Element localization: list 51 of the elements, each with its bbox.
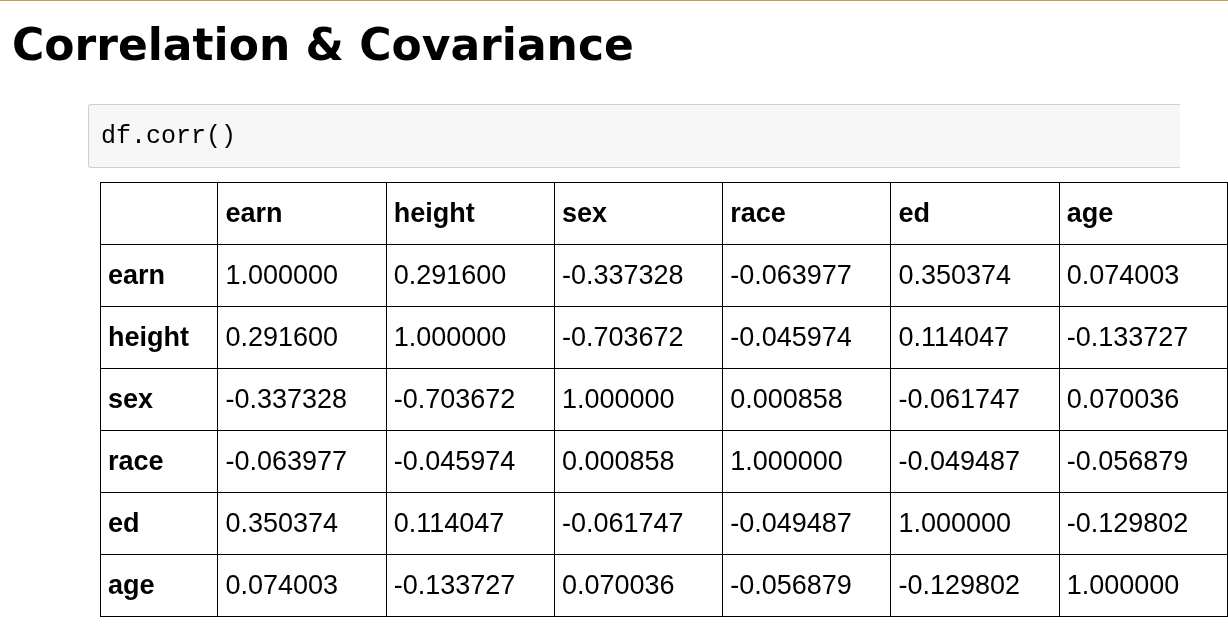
table-cell: -0.063977 [217,430,387,493]
table-cell: 0.291600 [217,306,387,369]
row-header: earn [100,244,218,307]
table-cell: -0.703672 [386,368,555,431]
row-header: ed [100,492,218,555]
table-cell: 0.074003 [217,554,387,617]
row-header: sex [100,368,218,431]
table-cell: -0.337328 [217,368,387,431]
table-cell: 0.291600 [386,244,555,307]
table-cell: -0.061747 [890,368,1060,431]
table-cell: 0.114047 [386,492,555,555]
table-cell: 1.000000 [554,368,723,431]
table-cell: -0.337328 [554,244,723,307]
column-header: ed [890,182,1060,245]
table-cell: 1.000000 [217,244,387,307]
row-header: height [100,306,218,369]
table-cell: 0.000858 [722,368,891,431]
table-cell: 1.000000 [890,492,1060,555]
table-cell: -0.056879 [1059,430,1228,493]
table-cell: 1.000000 [386,306,555,369]
table-cell: -0.063977 [722,244,891,307]
table-cell: -0.045974 [722,306,891,369]
table-cell: -0.129802 [890,554,1060,617]
column-header: race [722,182,891,245]
table-cell: 0.074003 [1059,244,1228,307]
slide-title: Correlation & Covariance [12,18,634,72]
table-cell: 0.114047 [890,306,1060,369]
table-cell: 0.070036 [554,554,723,617]
table-cell: -0.061747 [554,492,723,555]
table-cell: -0.045974 [386,430,555,493]
table-cell: -0.056879 [722,554,891,617]
column-header: earn [217,182,387,245]
table-cell: -0.049487 [722,492,891,555]
table-cell: -0.133727 [386,554,555,617]
code-text: df.corr() [101,121,237,151]
table-cell: 0.350374 [217,492,387,555]
column-header: height [386,182,555,245]
column-header: age [1059,182,1228,245]
table-cell: -0.129802 [1059,492,1228,555]
table-cell: 0.350374 [890,244,1060,307]
column-header: sex [554,182,723,245]
table-cell: 1.000000 [722,430,891,493]
code-cell[interactable]: df.corr() [88,104,1180,168]
row-header: age [100,554,218,617]
table-cell: 0.070036 [1059,368,1228,431]
table-cell: 0.000858 [554,430,723,493]
table-cell: 1.000000 [1059,554,1228,617]
table-cell: -0.703672 [554,306,723,369]
table-cell: -0.133727 [1059,306,1228,369]
row-header: race [100,430,218,493]
table-cell: -0.049487 [890,430,1060,493]
